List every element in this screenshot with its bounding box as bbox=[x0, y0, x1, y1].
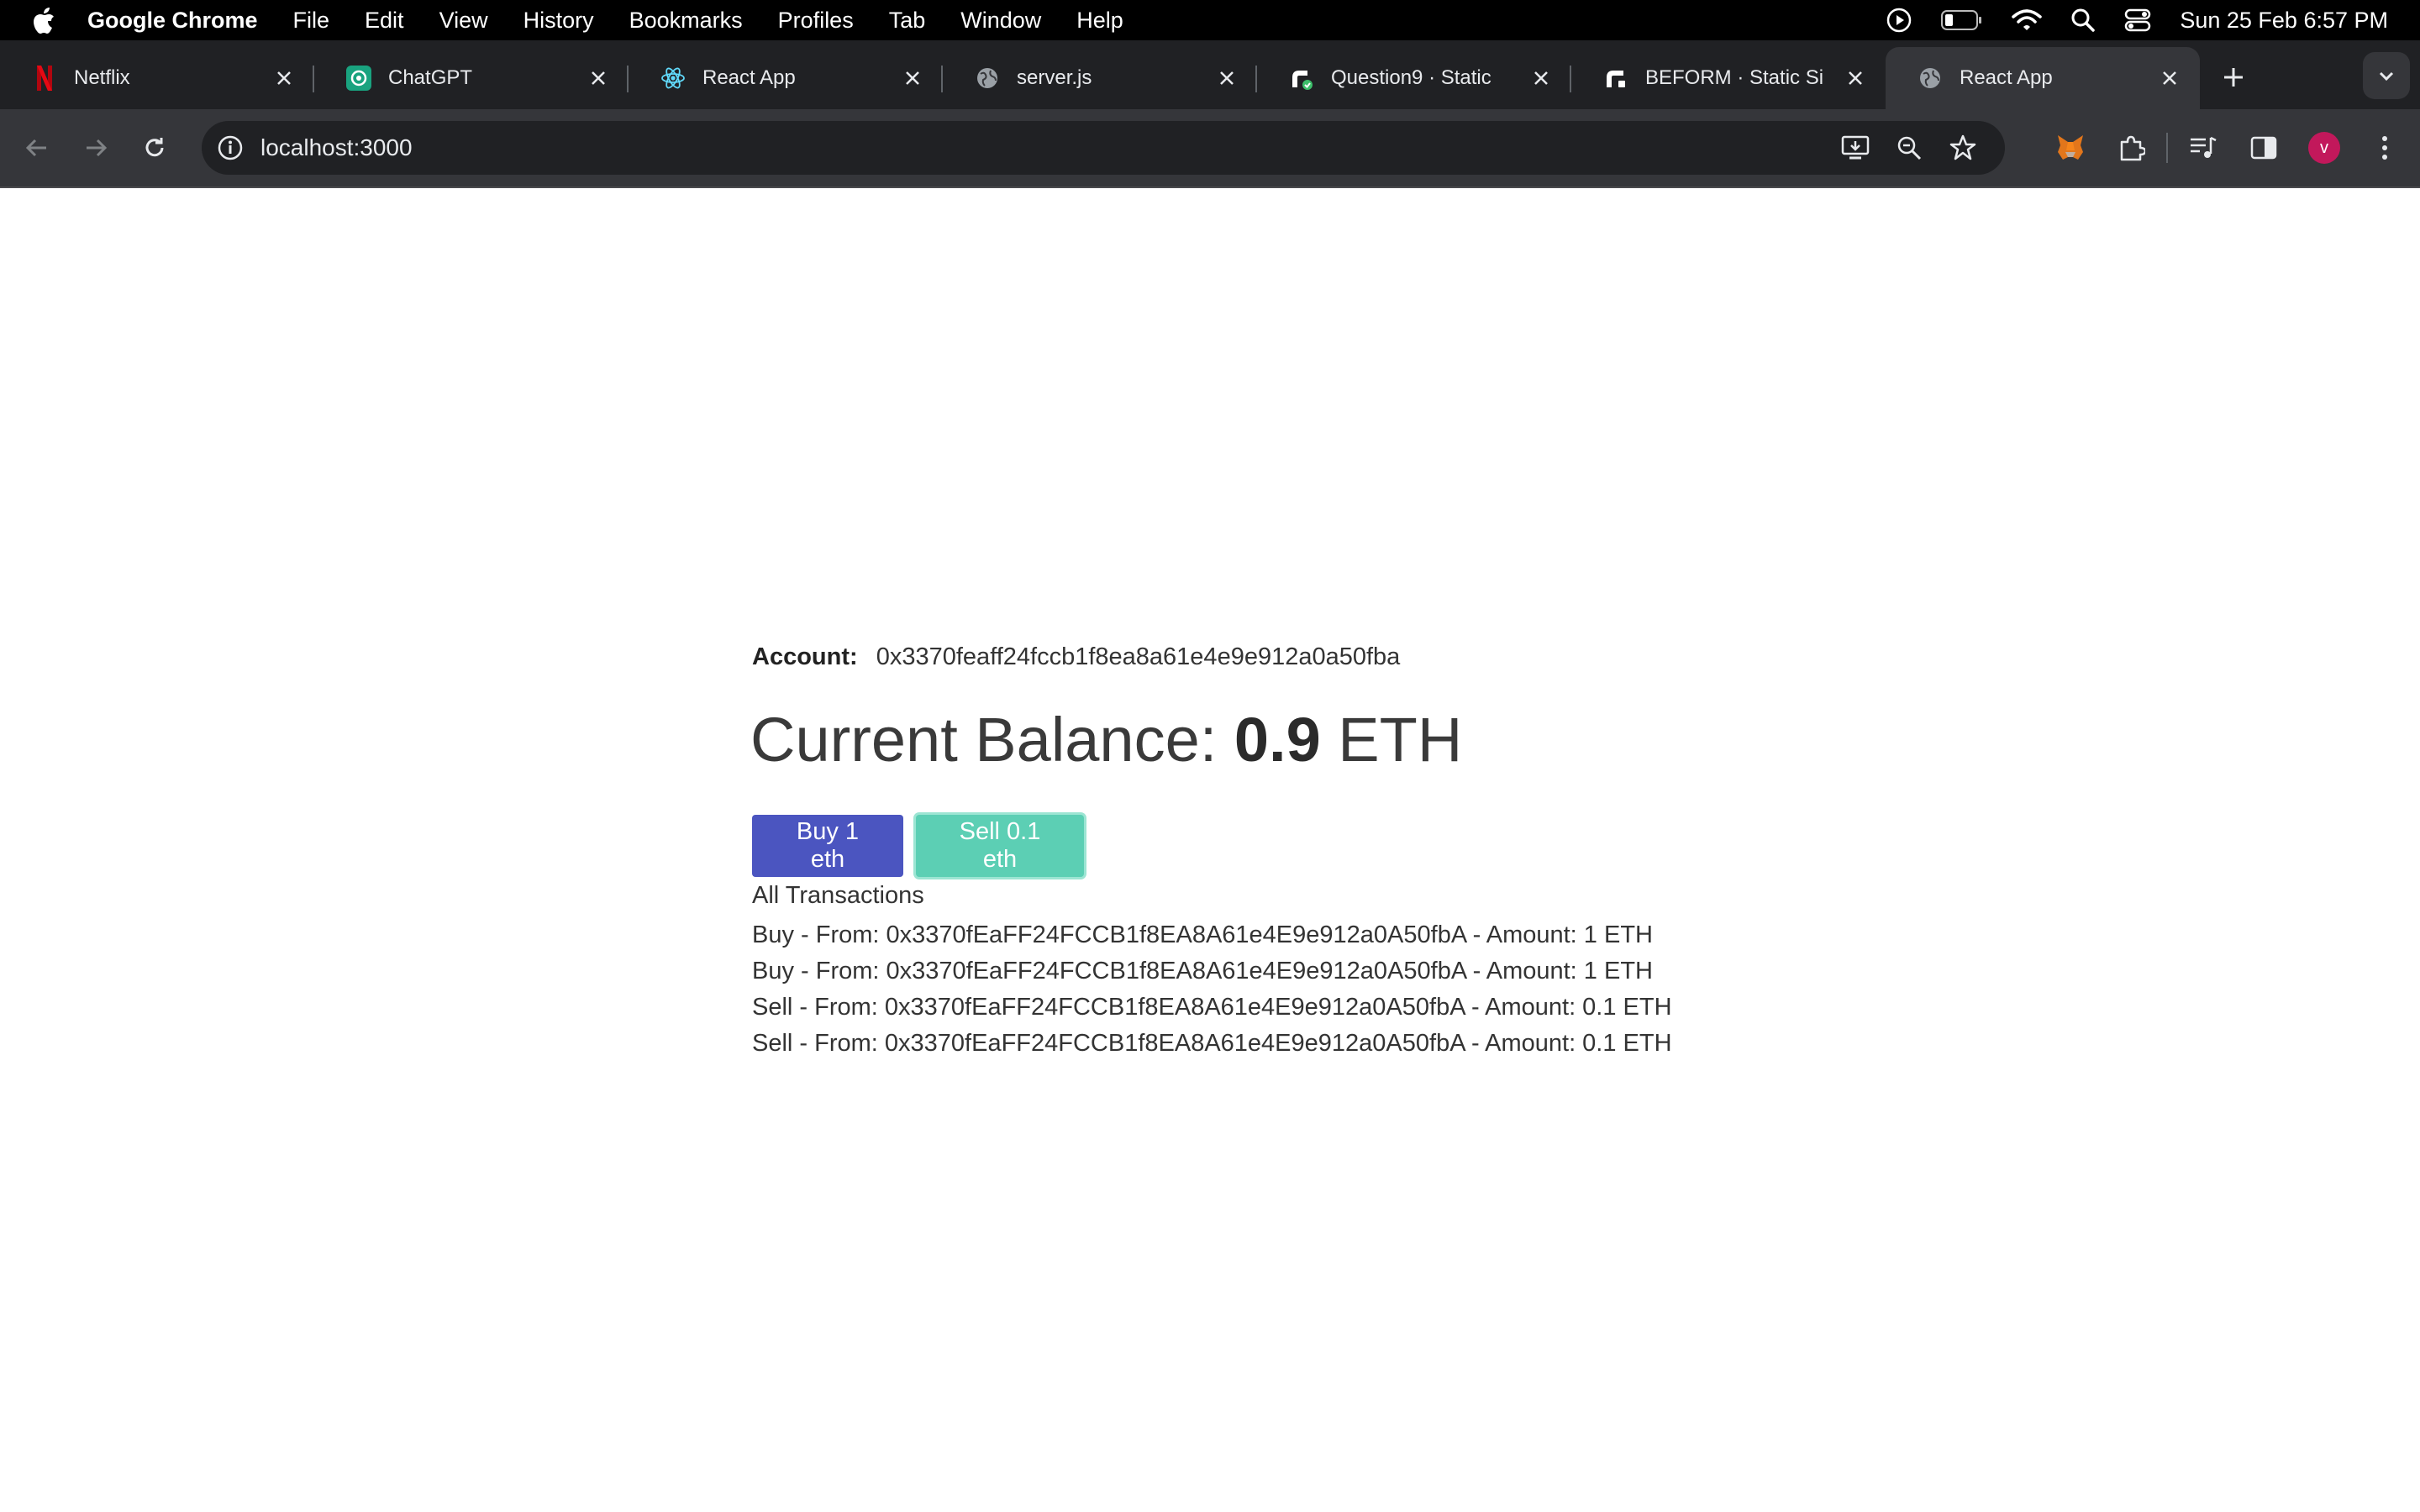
react-icon bbox=[660, 66, 686, 91]
address-bar[interactable] bbox=[202, 121, 2005, 175]
reload-button[interactable] bbox=[131, 124, 178, 171]
media-controls-icon[interactable] bbox=[2173, 124, 2233, 171]
profile-avatar-button[interactable]: v bbox=[2294, 124, 2354, 171]
tab-title: server.js bbox=[1017, 66, 1092, 89]
menu-history[interactable]: History bbox=[523, 8, 594, 34]
account-address: 0x3370feaff24fccb1f8ea8a61e4e9e912a0a50f… bbox=[876, 643, 1401, 670]
browser-toolbar: v bbox=[0, 109, 2420, 186]
install-app-icon[interactable] bbox=[1828, 124, 1882, 171]
menu-file[interactable]: File bbox=[293, 8, 330, 34]
tab-title: Question9 · Static bbox=[1331, 66, 1491, 89]
balance-unit: ETH bbox=[1338, 705, 1463, 774]
tab-chatgpt[interactable]: ChatGPT bbox=[314, 47, 629, 109]
kebab-menu-icon bbox=[2382, 136, 2387, 160]
omnibox-actions bbox=[1828, 124, 1990, 171]
tab-search-button[interactable] bbox=[2363, 52, 2410, 99]
back-button[interactable] bbox=[13, 124, 60, 171]
close-icon[interactable] bbox=[587, 66, 610, 90]
balance-value: 0.9 bbox=[1234, 705, 1321, 774]
sell-button[interactable]: Sell 0.1 eth bbox=[916, 815, 1084, 877]
apple-logo-icon[interactable] bbox=[32, 6, 57, 34]
netflix-icon bbox=[32, 66, 57, 91]
macos-menu-bar: Google Chrome File Edit View History Boo… bbox=[0, 0, 2420, 40]
transaction-item: Buy - From: 0x3370fEaFF24FCCB1f8EA8A61e4… bbox=[752, 958, 1653, 984]
metamask-extension-icon[interactable] bbox=[2040, 124, 2101, 171]
tab-question9[interactable]: Question9 · Static bbox=[1257, 47, 1571, 109]
battery-icon[interactable] bbox=[1941, 9, 1983, 31]
close-icon[interactable] bbox=[2158, 66, 2181, 90]
tab-title: ChatGPT bbox=[388, 66, 473, 89]
close-icon[interactable] bbox=[1844, 66, 1867, 90]
side-panel-icon[interactable] bbox=[2233, 124, 2294, 171]
buy-button[interactable]: Buy 1 eth bbox=[752, 815, 903, 877]
media-play-icon[interactable] bbox=[1886, 7, 1912, 34]
transaction-item: Buy - From: 0x3370fEaFF24FCCB1f8EA8A61e4… bbox=[752, 921, 1653, 948]
toolbar-right: v bbox=[2040, 124, 2415, 171]
reload-icon bbox=[145, 138, 164, 157]
chrome-menu-button[interactable] bbox=[2354, 124, 2415, 171]
menu-view[interactable]: View bbox=[439, 8, 488, 34]
forward-arrow-icon bbox=[87, 139, 108, 157]
forward-button[interactable] bbox=[72, 124, 119, 171]
close-icon[interactable] bbox=[1529, 66, 1553, 90]
tab-netflix[interactable]: Netflix bbox=[0, 47, 314, 109]
zoom-icon[interactable] bbox=[1882, 124, 1936, 171]
globe-icon bbox=[1918, 66, 1943, 91]
new-tab-button[interactable] bbox=[2208, 52, 2259, 102]
transaction-item: Sell - From: 0x3370fEaFF24FCCB1f8EA8A61e… bbox=[752, 1030, 1672, 1057]
close-icon[interactable] bbox=[901, 66, 924, 90]
status-area: Sun 25 Feb 6:57 PM bbox=[1886, 0, 2420, 40]
action-buttons: Buy 1 eth Sell 0.1 eth bbox=[752, 815, 1084, 877]
tab-title: React App bbox=[1960, 66, 2053, 89]
chatgpt-icon bbox=[346, 66, 371, 91]
extensions-puzzle-icon[interactable] bbox=[2101, 124, 2161, 171]
transaction-item: Sell - From: 0x3370fEaFF24FCCB1f8EA8A61e… bbox=[752, 994, 1672, 1021]
tab-beform[interactable]: BEFORM · Static Si bbox=[1571, 47, 1886, 109]
menu-help[interactable]: Help bbox=[1076, 8, 1123, 34]
balance-label: Current Balance: bbox=[750, 705, 1218, 774]
toolbar-divider bbox=[2166, 133, 2168, 163]
tab-react-app-active[interactable]: React App bbox=[1886, 47, 2200, 109]
menu-app-name[interactable]: Google Chrome bbox=[87, 8, 258, 34]
close-icon[interactable] bbox=[1215, 66, 1239, 90]
tab-strip: Netflix ChatGPT React App server.js Ques… bbox=[0, 40, 2420, 109]
control-center-icon[interactable] bbox=[2124, 8, 2151, 32]
page-viewport: Account: 0x3370feaff24fccb1f8ea8a61e4e9e… bbox=[0, 188, 2420, 1512]
tab-title: BEFORM · Static Si bbox=[1645, 66, 1824, 89]
site-info-icon[interactable] bbox=[213, 131, 247, 165]
tab-title: React App bbox=[702, 66, 796, 89]
close-icon[interactable] bbox=[272, 66, 296, 90]
back-arrow-icon bbox=[25, 139, 46, 157]
avatar: v bbox=[2308, 132, 2340, 164]
clock[interactable]: Sun 25 Feb 6:57 PM bbox=[2180, 8, 2388, 34]
menu-window[interactable]: Window bbox=[960, 8, 1041, 34]
menu-edit[interactable]: Edit bbox=[365, 8, 404, 34]
account-label: Account: bbox=[752, 643, 858, 670]
globe-icon bbox=[975, 66, 1000, 91]
tab-title: Netflix bbox=[74, 66, 130, 89]
menu-bookmarks[interactable]: Bookmarks bbox=[629, 8, 743, 34]
transactions-heading: All Transactions bbox=[752, 882, 924, 909]
transactions-list: Buy - From: 0x3370fEaFF24FCCB1f8EA8A61e4… bbox=[752, 917, 1672, 1062]
bookmark-star-icon[interactable] bbox=[1936, 124, 1990, 171]
render-icon bbox=[1289, 66, 1314, 91]
tab-react-app[interactable]: React App bbox=[629, 47, 943, 109]
tab-server-js[interactable]: server.js bbox=[943, 47, 1257, 109]
balance-heading: Current Balance: 0.9 ETH bbox=[750, 709, 1462, 771]
chevron-down-icon bbox=[2379, 71, 2394, 81]
menu-profiles[interactable]: Profiles bbox=[778, 8, 854, 34]
render-icon bbox=[1603, 66, 1628, 91]
spotlight-search-icon[interactable] bbox=[2070, 8, 2096, 33]
menu-tab[interactable]: Tab bbox=[889, 8, 926, 34]
plus-icon bbox=[2224, 68, 2243, 87]
wifi-icon[interactable] bbox=[2012, 8, 2043, 32]
url-input[interactable] bbox=[260, 134, 1828, 161]
account-row: Account: 0x3370feaff24fccb1f8ea8a61e4e9e… bbox=[752, 643, 1400, 671]
